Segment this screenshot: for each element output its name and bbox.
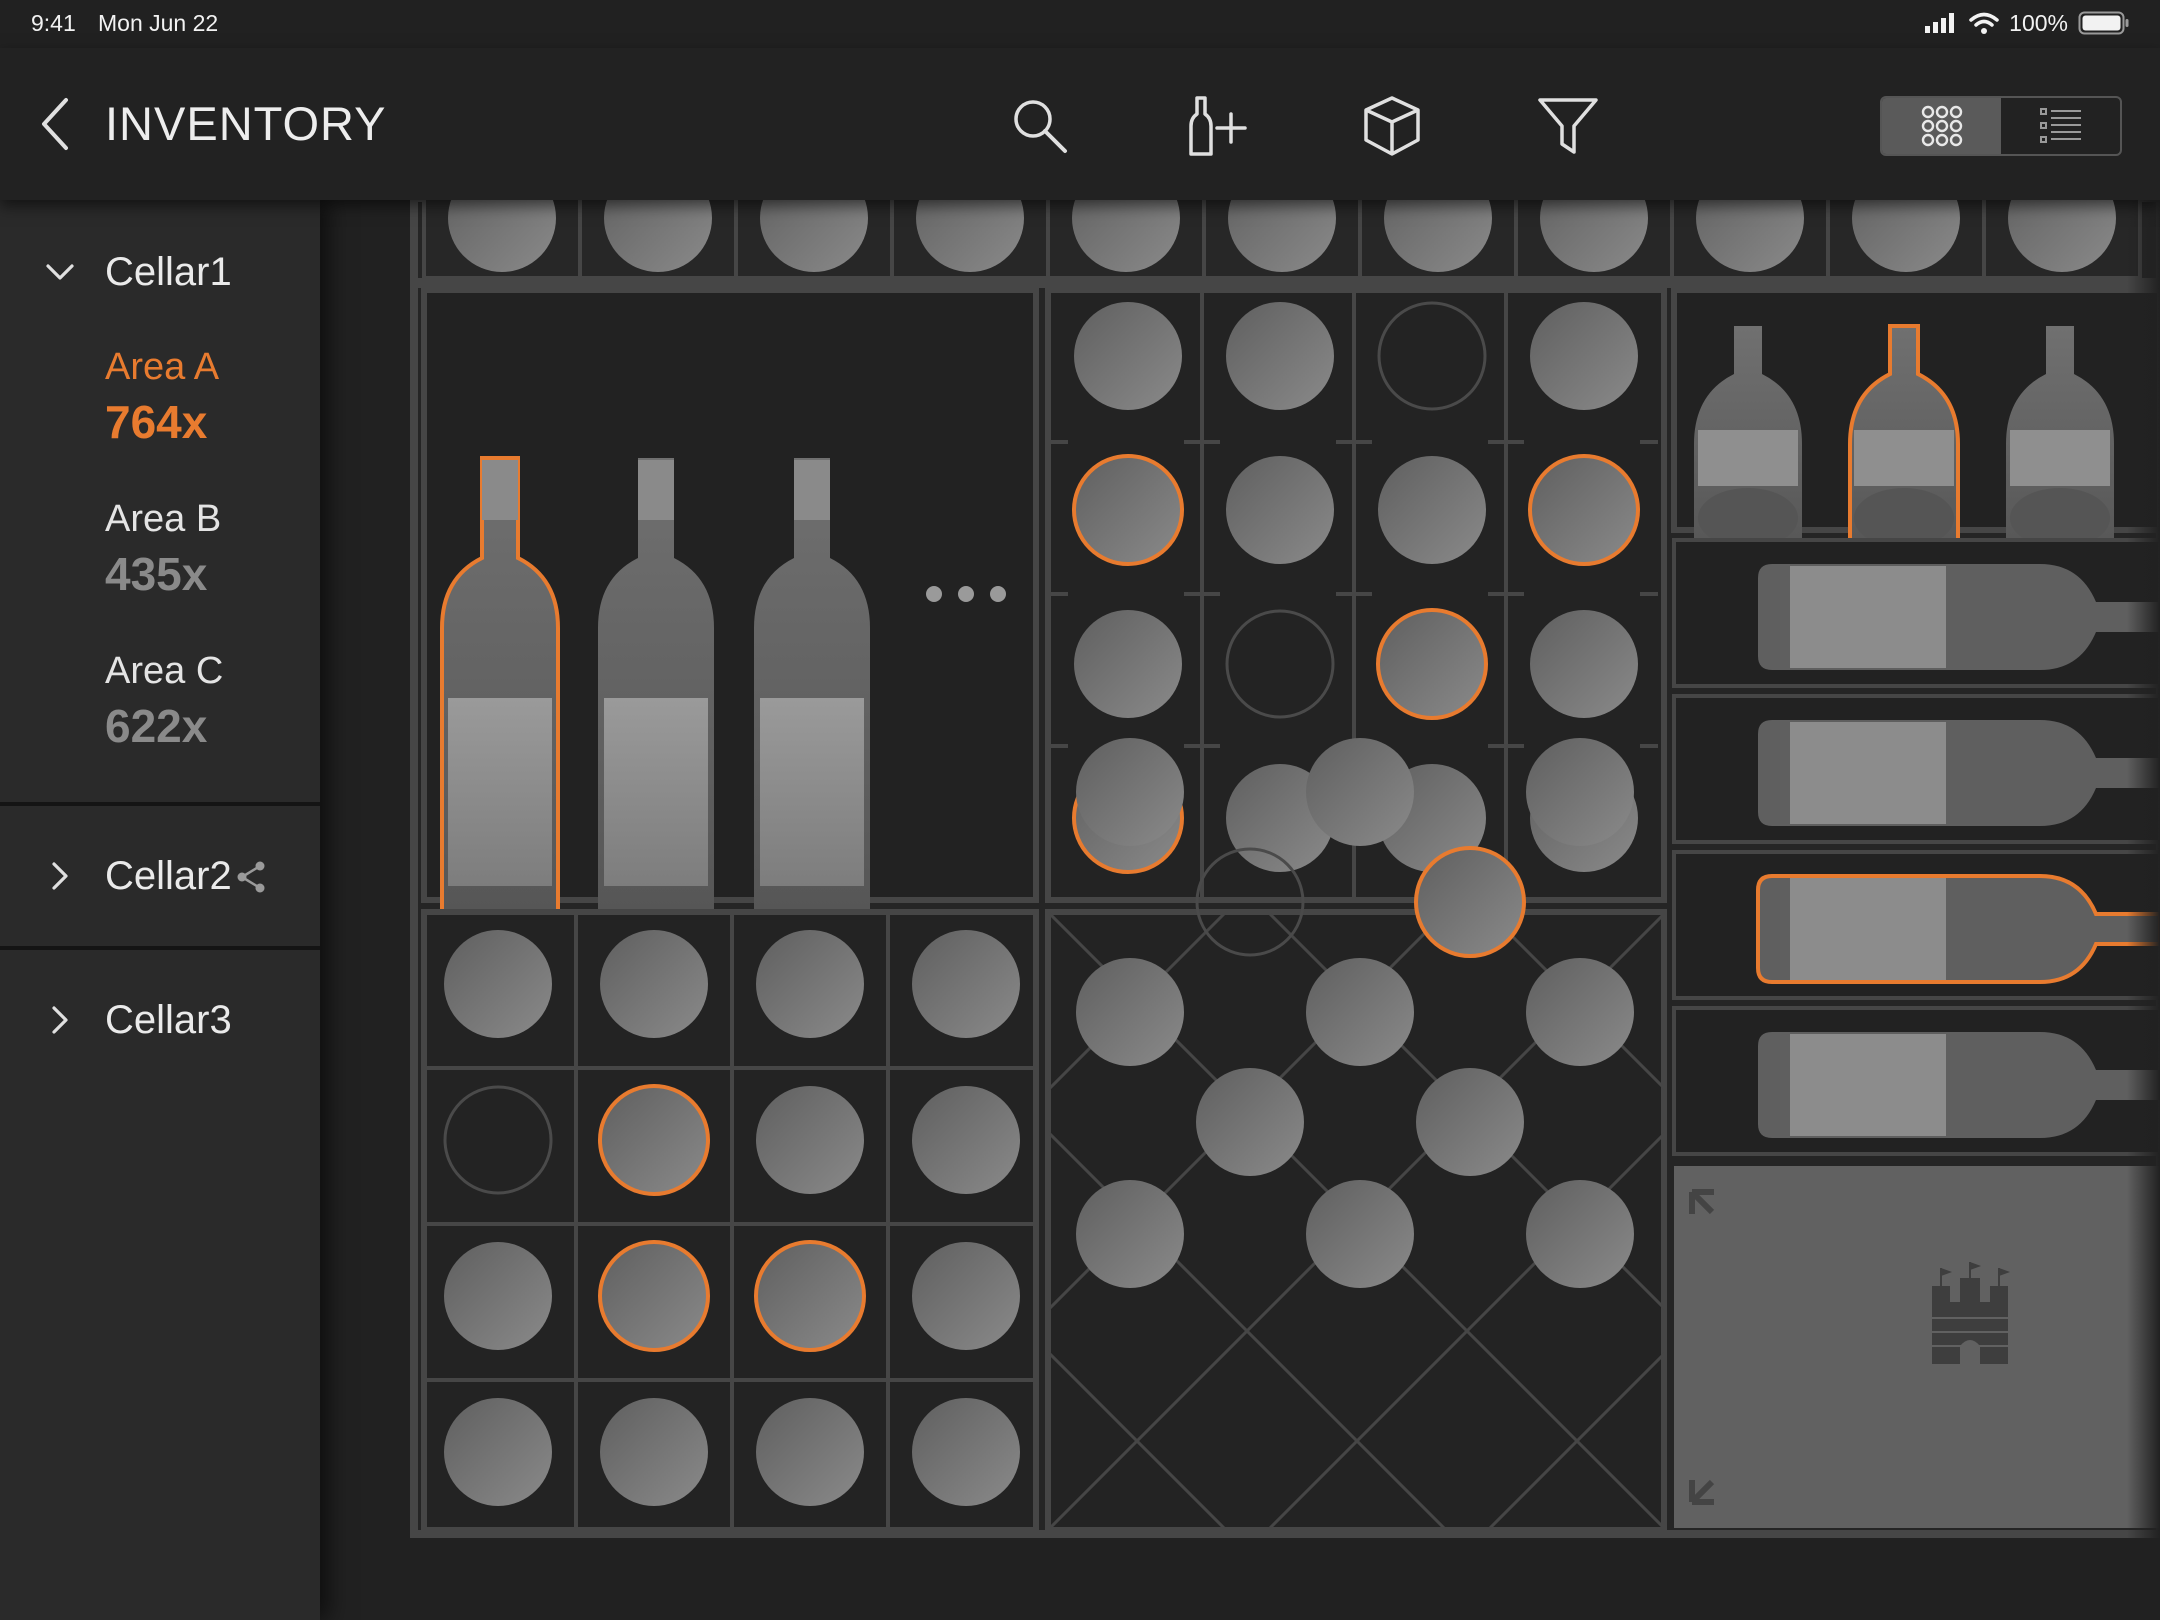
cellar-3-row[interactable]: Cellar3 (0, 980, 320, 1060)
battery-percent: 100% (2009, 9, 2068, 36)
diamond-bottle[interactable] (1196, 1068, 1304, 1176)
diamond-bottle[interactable] (1076, 738, 1184, 846)
add-bottle-icon (1189, 96, 1247, 156)
chevron-right-icon (52, 1006, 68, 1034)
bottle-slot[interactable] (600, 930, 708, 1038)
bottle-slot[interactable] (1530, 302, 1638, 410)
cellar-2-name: Cellar2 (105, 854, 232, 898)
diamond-bottle[interactable] (1526, 738, 1634, 846)
status-date: Mon Jun 22 (98, 10, 219, 36)
area-a-item[interactable]: Area A 764x (105, 346, 219, 449)
box-3d-icon (1364, 96, 1420, 156)
bottle-slot[interactable] (912, 1242, 1020, 1350)
shelf-divider (414, 278, 2160, 288)
filter-icon (1538, 98, 1598, 154)
list-view-button[interactable] (2001, 98, 2120, 154)
cellar-1-row[interactable]: Cellar1 (0, 232, 320, 312)
bottle-slot-selected[interactable] (598, 1084, 710, 1196)
bottle-slot[interactable] (1226, 302, 1334, 410)
diamond-bottle[interactable] (1306, 738, 1414, 846)
bottle-slot[interactable] (756, 1086, 864, 1194)
diamond-bottle[interactable] (1526, 958, 1634, 1066)
page-title: INVENTORY (105, 97, 387, 150)
bottle-slot-selected[interactable] (598, 1240, 710, 1352)
sidebar-divider (0, 802, 320, 806)
status-indicators: 100% (1925, 8, 2130, 38)
chevron-left-icon (42, 98, 68, 150)
status-time: 9:41 (31, 10, 76, 36)
rack-canvas (410, 198, 2160, 1538)
diamond-bottle[interactable] (1306, 1180, 1414, 1288)
cellar-1-name: Cellar1 (105, 250, 232, 294)
search-icon (1014, 100, 1067, 153)
storage-box-button[interactable] (1352, 86, 1432, 166)
search-button[interactable] (1000, 86, 1080, 166)
diamond-bottle[interactable] (1306, 958, 1414, 1066)
grid-view-icon (1921, 105, 1962, 147)
bottle-slot[interactable] (756, 1398, 864, 1506)
back-button[interactable] (36, 92, 76, 156)
cellar-rack-view (410, 198, 2160, 1538)
cellar-2-row[interactable]: Cellar2 (0, 836, 320, 916)
sidebar: Cellar1 Area A 764x Area B 435x Area C 6… (0, 200, 320, 1620)
bottle-slot[interactable] (912, 1086, 1020, 1194)
bottle-slot[interactable] (1074, 610, 1182, 718)
bottle-slot[interactable] (912, 1398, 1020, 1506)
area-b-count: 435x (105, 548, 208, 600)
bottle-slot[interactable] (444, 930, 552, 1038)
area-a-name: Area A (105, 346, 220, 388)
chevron-down-icon (46, 264, 74, 280)
filter-button[interactable] (1528, 86, 1608, 166)
area-b-name: Area B (105, 498, 222, 540)
battery-icon (2078, 11, 2129, 35)
diamond-bottle[interactable] (1416, 1068, 1524, 1176)
more-indicator-dot (990, 586, 1006, 602)
area-c-count: 622x (105, 700, 208, 752)
cellar-3-name: Cellar3 (105, 998, 232, 1042)
bottle-slot[interactable] (912, 930, 1020, 1038)
bottle-slot[interactable] (1226, 456, 1334, 564)
diamond-bottle-selected[interactable] (1414, 846, 1526, 958)
navigation-bar: INVENTORY (0, 48, 2160, 200)
add-bottle-button[interactable] (1177, 86, 1257, 166)
diamond-bottle[interactable] (1076, 958, 1184, 1066)
diamond-bottle[interactable] (1526, 1180, 1634, 1288)
wifi-icon (1969, 12, 1999, 34)
bottle-slot[interactable] (600, 1398, 708, 1506)
share-icon (237, 861, 265, 893)
grid-view-button[interactable] (1882, 98, 2001, 154)
diamond-bottle[interactable] (1076, 1180, 1184, 1288)
area-c-name: Area C (105, 650, 224, 692)
edge-fade (2010, 198, 2160, 1538)
status-bar: 9:41 Mon Jun 22 100% (0, 0, 2160, 48)
bottle-slot-selected[interactable] (1528, 454, 1640, 566)
area-c-item[interactable]: Area C 622x (105, 650, 223, 753)
bottle-slot[interactable] (444, 1398, 552, 1506)
cellular-signal-icon (1925, 13, 1955, 33)
chevron-right-icon (52, 862, 68, 890)
bottle-slot[interactable] (1530, 610, 1638, 718)
bottle-slot-selected[interactable] (1376, 608, 1488, 720)
more-indicator-dot (958, 586, 974, 602)
area-a-count: 764x (105, 396, 208, 448)
more-indicator-dot (926, 586, 942, 602)
bottle-slot[interactable] (444, 1242, 552, 1350)
sidebar-divider (0, 946, 320, 950)
bottle-slot-selected[interactable] (754, 1240, 866, 1352)
bottle-slot[interactable] (1378, 456, 1486, 564)
list-view-icon (2039, 108, 2081, 143)
bottle-slot[interactable] (1074, 302, 1182, 410)
area-b-item[interactable]: Area B 435x (105, 498, 221, 601)
bottle-slot-selected[interactable] (1072, 454, 1184, 566)
view-mode-toggle (1880, 96, 2122, 156)
bottle-slot[interactable] (756, 930, 864, 1038)
